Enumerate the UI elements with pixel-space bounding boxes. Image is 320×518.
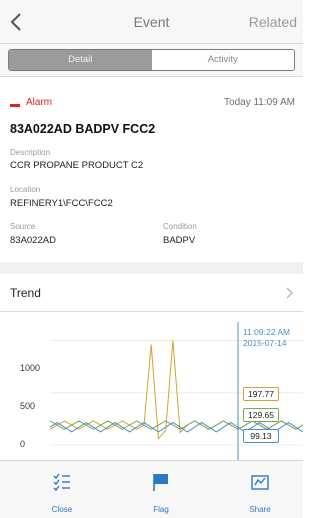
- section-separator: [0, 262, 303, 274]
- flag-tab-button[interactable]: Flag: [121, 461, 201, 518]
- source-value: 83A022AD: [10, 235, 56, 246]
- segmented-control: Detail Activity: [8, 49, 295, 71]
- share-icon: [251, 475, 269, 490]
- source-label: Source: [10, 222, 36, 231]
- trend-row[interactable]: Trend: [0, 274, 303, 312]
- close-tab-button[interactable]: Close: [22, 461, 102, 518]
- severity-label: Alarm: [26, 97, 53, 108]
- y-tick-label: 0: [20, 439, 26, 449]
- location-label: Location: [10, 185, 41, 194]
- event-timestamp: Today 11:09 AM: [224, 97, 295, 108]
- cursor-date-value: 2015-07-14: [243, 338, 287, 348]
- cursor-value-box: 197.77: [243, 387, 279, 401]
- close-tab-label: Close: [51, 505, 73, 514]
- trend-chart[interactable]: 1000 500 0 11:09:22 AM 2015-07-14 197.77…: [0, 312, 303, 460]
- description-value: CCR PROPANE PRODUCT C2: [10, 160, 144, 171]
- chevron-right-icon: [286, 287, 293, 299]
- flag-tab-label: Flag: [153, 505, 169, 514]
- location-value: REFINERY1\FCC\FCC2: [10, 198, 113, 209]
- related-button[interactable]: Related: [249, 14, 297, 30]
- segment-bar: Detail Activity: [0, 44, 303, 77]
- flag-icon: [153, 474, 168, 491]
- condition-value: BADPV: [163, 235, 196, 246]
- y-tick-label: 500: [20, 401, 36, 411]
- cursor-time-value: 11:09:22 AM: [243, 327, 291, 337]
- condition-label: Condition: [163, 222, 197, 231]
- description-label: Description: [10, 148, 51, 157]
- tab-activity[interactable]: Activity: [151, 50, 294, 70]
- checklist-icon: [53, 473, 70, 492]
- alarm-severity-marker: [10, 104, 20, 107]
- y-tick-label: 1000: [20, 363, 41, 373]
- cursor-value-box: 99.13: [243, 429, 279, 443]
- tab-bar: Close Flag Share: [0, 460, 303, 518]
- tab-detail[interactable]: Detail: [9, 50, 152, 70]
- cursor-value-box: 129.65: [243, 408, 279, 422]
- share-tab-button[interactable]: Share: [220, 461, 300, 518]
- trend-label: Trend: [10, 286, 41, 300]
- navigation-bar: Event Related: [0, 0, 303, 44]
- cursor-time: 11:09:22 AM 2015-07-14: [243, 327, 290, 349]
- share-tab-label: Share: [249, 505, 271, 514]
- event-title: 83A022AD BADPV FCC2: [10, 122, 156, 136]
